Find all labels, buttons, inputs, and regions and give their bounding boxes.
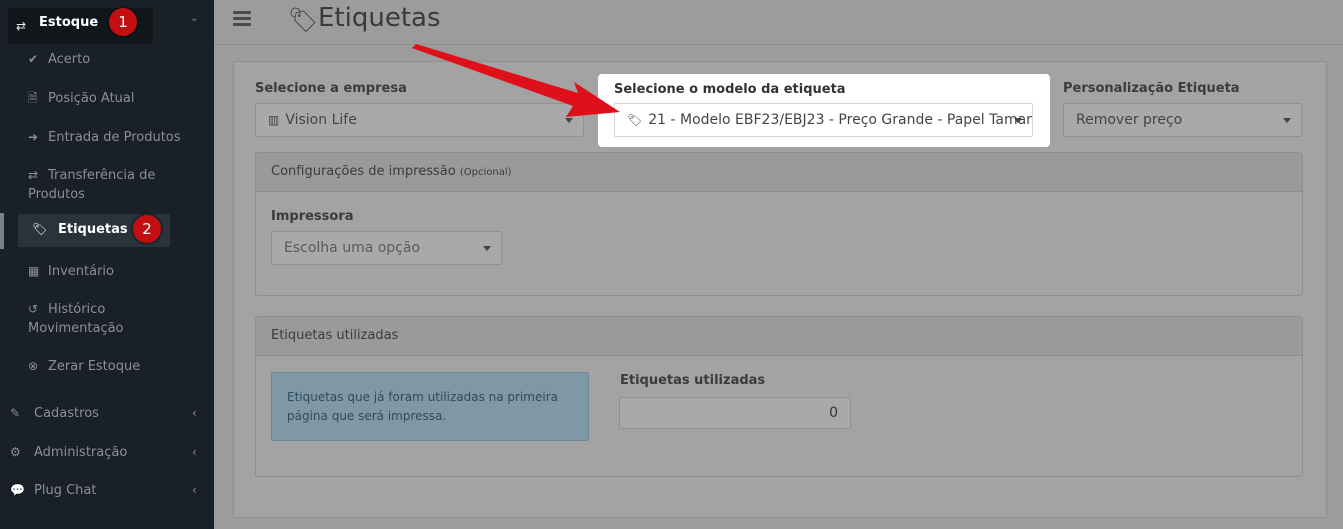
chevron-left-icon: ‹ — [192, 445, 197, 459]
sidebar-item-label: Acerto — [48, 52, 91, 67]
empresa-label: Selecione a empresa — [255, 81, 407, 96]
caret-down-icon — [1283, 118, 1291, 123]
caret-down-icon — [1014, 118, 1022, 123]
check-icon: ✔ — [28, 52, 39, 66]
sign-in-icon: ➜ — [28, 130, 39, 144]
step-badge-2: 2 — [133, 215, 161, 243]
sidebar-item-acerto[interactable]: ✔ Acerto — [28, 50, 90, 69]
sidebar-section-plug-chat[interactable]: 💬 Plug Chat — [10, 483, 96, 498]
impressora-select[interactable]: Escolha uma opção — [271, 231, 502, 265]
modelo-select[interactable]: 🏷 21 - Modelo EBF23/EBJ23 - Preço Grande … — [614, 103, 1033, 137]
sidebar-item-label: Etiquetas — [58, 222, 128, 237]
sidebar: ⇄ Estoque ⌄ 1 ✔ Acerto 🗎 Posição Atual ➜ En… — [0, 0, 214, 529]
page-title: Etiquetas — [318, 3, 441, 33]
config-title-small: (Opcional) — [459, 167, 512, 178]
used-labels-title: Etiquetas utilizadas — [271, 328, 399, 343]
chevron-left-icon: ‹ — [192, 406, 197, 420]
exchange-icon: ⇄ — [16, 19, 27, 33]
used-labels-field-label: Etiquetas utilizadas — [620, 373, 766, 388]
top-bar: 🏷 Etiquetas — [214, 0, 1343, 45]
used-labels-header: Etiquetas utilizadas — [256, 317, 1302, 356]
sidebar-item-inventario[interactable]: ▦ Inventário — [28, 262, 114, 281]
config-panel-header: Configurações de impressão (Opcional) — [256, 153, 1302, 192]
sidebar-item-historico-movimentacao[interactable]: ↺ Histórico Movimentação — [28, 300, 124, 338]
sidebar-item-label: Histórico — [48, 302, 106, 317]
tag-icon: 🏷 — [288, 6, 319, 34]
menu-toggle-icon[interactable] — [233, 11, 251, 29]
config-title: Configurações de impressão — [271, 164, 456, 179]
active-indicator — [0, 213, 4, 249]
sidebar-item-label: Transferência de — [48, 168, 156, 183]
used-labels-input[interactable]: 0 — [619, 397, 851, 429]
sidebar-section-label: Administração — [34, 445, 128, 460]
sidebar-item-label: Entrada de Produtos — [48, 130, 181, 145]
info-callout: Etiquetas que já foram utilizadas na pri… — [271, 372, 589, 441]
sidebar-item-label: Posição Atual — [48, 91, 135, 106]
sidebar-section-administracao[interactable]: ⚙ Administração — [10, 445, 127, 460]
personalizacao-select[interactable]: Remover preço — [1063, 103, 1302, 137]
personalizacao-label: Personalização Etiqueta — [1063, 81, 1240, 96]
chevron-left-icon: ‹ — [192, 483, 197, 497]
impressora-label: Impressora — [271, 209, 354, 224]
personalizacao-value: Remover preço — [1076, 112, 1183, 128]
impressora-placeholder: Escolha uma opção — [284, 240, 421, 256]
sidebar-section-label: Cadastros — [34, 406, 99, 421]
chat-icon: 💬 — [10, 483, 25, 497]
sidebar-item-zerar-estoque[interactable]: ⊗ Zerar Estoque — [28, 357, 140, 376]
sidebar-item-transferencia-produtos[interactable]: ⇄ Transferência de Produtos — [28, 166, 155, 204]
exchange-icon: ⇄ — [28, 168, 39, 182]
sidebar-section-label: Plug Chat — [34, 483, 97, 498]
sidebar-item-label-line2: Movimentação — [28, 321, 124, 336]
modelo-highlight: Selecione o modelo da etiqueta 🏷 21 - Mod… — [598, 74, 1050, 147]
history-icon: ↺ — [28, 302, 39, 316]
caret-down-icon — [565, 118, 573, 123]
sidebar-item-label: Estoque — [39, 15, 99, 30]
sidebar-item-entrada-produtos[interactable]: ➜ Entrada de Produtos — [28, 128, 181, 147]
document-icon: 🗎 — [28, 91, 38, 105]
sidebar-section-cadastros[interactable]: ✎ Cadastros — [10, 406, 99, 421]
cogs-icon: ⚙ — [10, 445, 21, 459]
empresa-value: Vision Life — [285, 112, 357, 128]
step-badge-1: 1 — [109, 8, 137, 36]
sidebar-item-label: Inventário — [48, 264, 114, 279]
modelo-value: 21 - Modelo EBF23/EBJ23 - Preço Grande -… — [648, 112, 1033, 128]
sidebar-item-label: Zerar Estoque — [48, 359, 141, 374]
chevron-down-icon[interactable]: ⌄ — [190, 13, 198, 24]
config-panel: Configurações de impressão (Opcional) — [255, 152, 1303, 296]
tag-icon: 🏷 — [32, 222, 48, 236]
sidebar-item-label-line2: Produtos — [28, 187, 85, 202]
modelo-label: Selecione o modelo da etiqueta — [614, 82, 846, 97]
tags-icon: 🏷 — [627, 113, 643, 127]
empresa-select[interactable]: ▥ Vision Life — [255, 103, 584, 137]
caret-down-icon — [483, 246, 491, 251]
times-circle-icon: ⊗ — [28, 359, 39, 373]
building-icon: ▥ — [268, 113, 280, 127]
sidebar-item-posicao-atual[interactable]: 🗎 Posição Atual — [28, 89, 135, 108]
calculator-icon: ▦ — [28, 264, 40, 278]
edit-icon: ✎ — [10, 406, 21, 420]
